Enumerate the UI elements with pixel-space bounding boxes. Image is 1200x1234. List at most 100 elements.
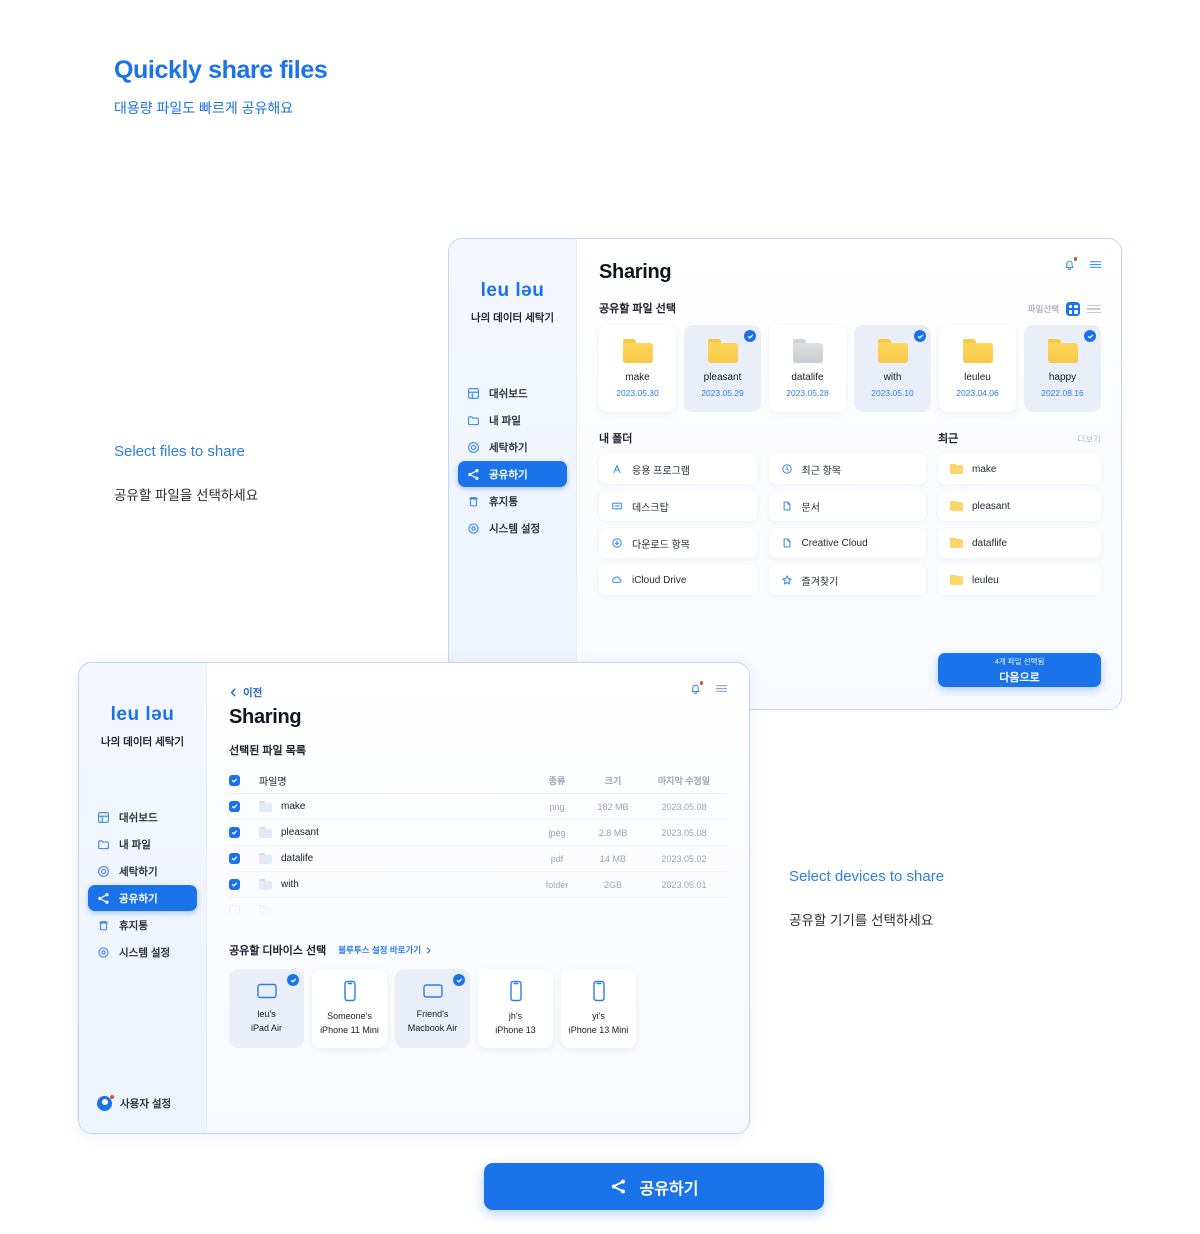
select-all-checkbox[interactable]: [229, 775, 259, 786]
grid-view-icon[interactable]: [1066, 302, 1080, 316]
list-item[interactable]: 최근 항목: [768, 454, 926, 484]
sidebar-item-dashboard[interactable]: 대쉬보드: [88, 804, 197, 830]
star-icon: [781, 574, 793, 586]
row-checkbox[interactable]: [229, 801, 259, 812]
sidebar-item-share[interactable]: 공유하기: [458, 461, 567, 487]
file-card[interactable]: make 2023.05.30: [599, 325, 676, 412]
list-item[interactable]: Creative Cloud: [768, 528, 926, 558]
row-checkbox[interactable]: [229, 827, 259, 838]
section-label-recent: 최근: [938, 433, 959, 445]
column-header-modified: 마지막 수정일: [657, 776, 711, 786]
list-item[interactable]: iCloud Drive: [599, 565, 757, 595]
menu-hamburger-icon[interactable]: [1088, 257, 1103, 272]
sidebar-item-wash[interactable]: 세탁하기: [458, 434, 567, 460]
column-header-filename: 파일명: [259, 777, 287, 788]
files-section-header: 공유할 파일 선택 파일선택: [599, 300, 1101, 316]
device-card[interactable]: leu's iPad Air: [229, 969, 304, 1048]
tablet-icon: [256, 982, 278, 1000]
table-row[interactable]: with folder 2GB 2023.05.01: [229, 872, 727, 898]
back-button[interactable]: 이전: [229, 685, 727, 700]
table-row[interactable]: pleasant jpeg 2.8 MB 2023.05.08: [229, 820, 727, 846]
sidebar-item-system-settings[interactable]: 시스템 설정: [458, 515, 567, 541]
washer-icon: [467, 441, 480, 454]
device-model: iPad Air: [250, 1022, 283, 1033]
file-card-date: 2022.08.16: [1041, 388, 1084, 398]
file-card-name: with: [883, 372, 902, 383]
sidebar-item-share[interactable]: 공유하기: [88, 885, 197, 911]
list-item[interactable]: make: [938, 454, 1101, 484]
sidebar-item-my-files[interactable]: 내 파일: [458, 407, 567, 433]
table-row[interactable]: datalife pdf 14 MB 2023.05.02: [229, 846, 727, 872]
cell-type: folder: [545, 879, 569, 890]
row-checkbox[interactable]: [229, 853, 259, 864]
user-settings-item[interactable]: 사용자 설정: [97, 1095, 171, 1111]
file-card[interactable]: happy 2022.08.16: [1024, 325, 1101, 412]
file-card-list: make 2023.05.30 pleasant 2023.05.29 data…: [599, 325, 1101, 412]
sidebar-item-label: 세탁하기: [119, 865, 158, 878]
list-view-icon[interactable]: [1087, 302, 1101, 316]
folder-icon: [950, 537, 963, 549]
cell-filename: pleasant: [259, 827, 529, 838]
cell-filename: with: [259, 879, 529, 890]
device-card[interactable]: Friend's Macbook Air: [395, 969, 470, 1048]
list-item[interactable]: 응용 프로그램: [599, 454, 757, 484]
file-card[interactable]: leuleu 2023.04.06: [939, 325, 1016, 412]
device-card[interactable]: yi's iPhone 13 Mini: [561, 969, 636, 1048]
sidebar-item-trash[interactable]: 휴지통: [88, 912, 197, 938]
recent-more-link[interactable]: 더보기: [1078, 433, 1101, 445]
list-item[interactable]: pleasant: [938, 491, 1101, 521]
sidebar-item-system-settings[interactable]: 시스템 설정: [88, 939, 197, 965]
next-button[interactable]: 4개 파일 선택됨 다음으로: [938, 653, 1101, 687]
device-model: iPhone 11 Mini: [320, 1024, 379, 1035]
brand: leu ləu 나의 데이터 세탁기: [449, 280, 576, 325]
chevron-right-icon: [427, 946, 431, 954]
file-card[interactable]: with 2023.05.10: [854, 325, 931, 412]
folder-icon: [467, 414, 480, 427]
section-label-select-files: 공유할 파일 선택: [599, 303, 676, 315]
checkbox: [229, 905, 240, 916]
sidebar-item-trash[interactable]: 휴지통: [458, 488, 567, 514]
file-select-window: leu ləu 나의 데이터 세탁기 대쉬보드 내 파일 세탁하기 공유하기 휴…: [448, 238, 1122, 710]
devices-section-header: 공유할 디바이스 선택 블루투스 설정 바로가기: [229, 942, 727, 958]
sidebar-item-label: 내 파일: [489, 414, 521, 427]
list-item[interactable]: 문서: [768, 491, 926, 521]
notification-bell-icon[interactable]: [688, 681, 703, 696]
list-item[interactable]: dataflife: [938, 528, 1101, 558]
sidebar-item-my-files[interactable]: 내 파일: [88, 831, 197, 857]
folder-icon: [259, 827, 272, 838]
share-button-label: 공유하기: [639, 1180, 699, 1198]
file-card[interactable]: pleasant 2023.05.29: [684, 325, 761, 412]
share-button[interactable]: 공유하기: [484, 1163, 824, 1210]
section-label-my-folder: 내 폴더: [599, 433, 633, 445]
folder-icon: [950, 574, 963, 586]
list-item[interactable]: leuleu: [938, 565, 1101, 595]
list-item-label: 다운로드 항목: [632, 539, 690, 551]
brand: leu ləu 나의 데이터 세탁기: [79, 704, 206, 749]
bluetooth-settings-link[interactable]: 블루투스 설정 바로가기: [338, 944, 432, 956]
sidebar-item-wash[interactable]: 세탁하기: [88, 858, 197, 884]
table-row[interactable]: make png 182 MB 2023.05.08: [229, 794, 727, 820]
next-button-label: 다음으로: [999, 671, 1040, 684]
list-item[interactable]: 즐겨찾기: [768, 565, 926, 595]
phone-icon: [343, 980, 357, 1002]
dashboard-icon: [467, 387, 480, 400]
laptop-icon: [422, 982, 444, 1000]
list-item[interactable]: 데스크탑: [599, 491, 757, 521]
back-button-label: 이전: [243, 687, 263, 699]
filename-text: with: [281, 879, 299, 890]
menu-hamburger-icon[interactable]: [714, 681, 729, 696]
notification-bell-icon[interactable]: [1062, 257, 1077, 272]
sidebar-nav: 대쉬보드 내 파일 세탁하기 공유하기 휴지통 시스템 설정: [449, 380, 576, 541]
avatar: [97, 1095, 114, 1111]
folder-icon: [877, 339, 908, 363]
sidebar-item-dashboard[interactable]: 대쉬보드: [458, 380, 567, 406]
device-card[interactable]: jh's iPhone 13: [478, 969, 553, 1048]
list-item[interactable]: 다운로드 항목: [599, 528, 757, 558]
list-item-label: 문서: [801, 502, 820, 514]
file-card[interactable]: datalife 2023.05.28: [769, 325, 846, 412]
file-card-name: datalife: [791, 372, 824, 383]
row-checkbox[interactable]: [229, 879, 259, 890]
sidebar-nav: 대쉬보드 내 파일 세탁하기 공유하기 휴지통 시스템 설정: [79, 804, 206, 965]
device-card[interactable]: Someone's iPhone 11 Mini: [312, 969, 387, 1048]
desktop-icon: [611, 500, 623, 512]
